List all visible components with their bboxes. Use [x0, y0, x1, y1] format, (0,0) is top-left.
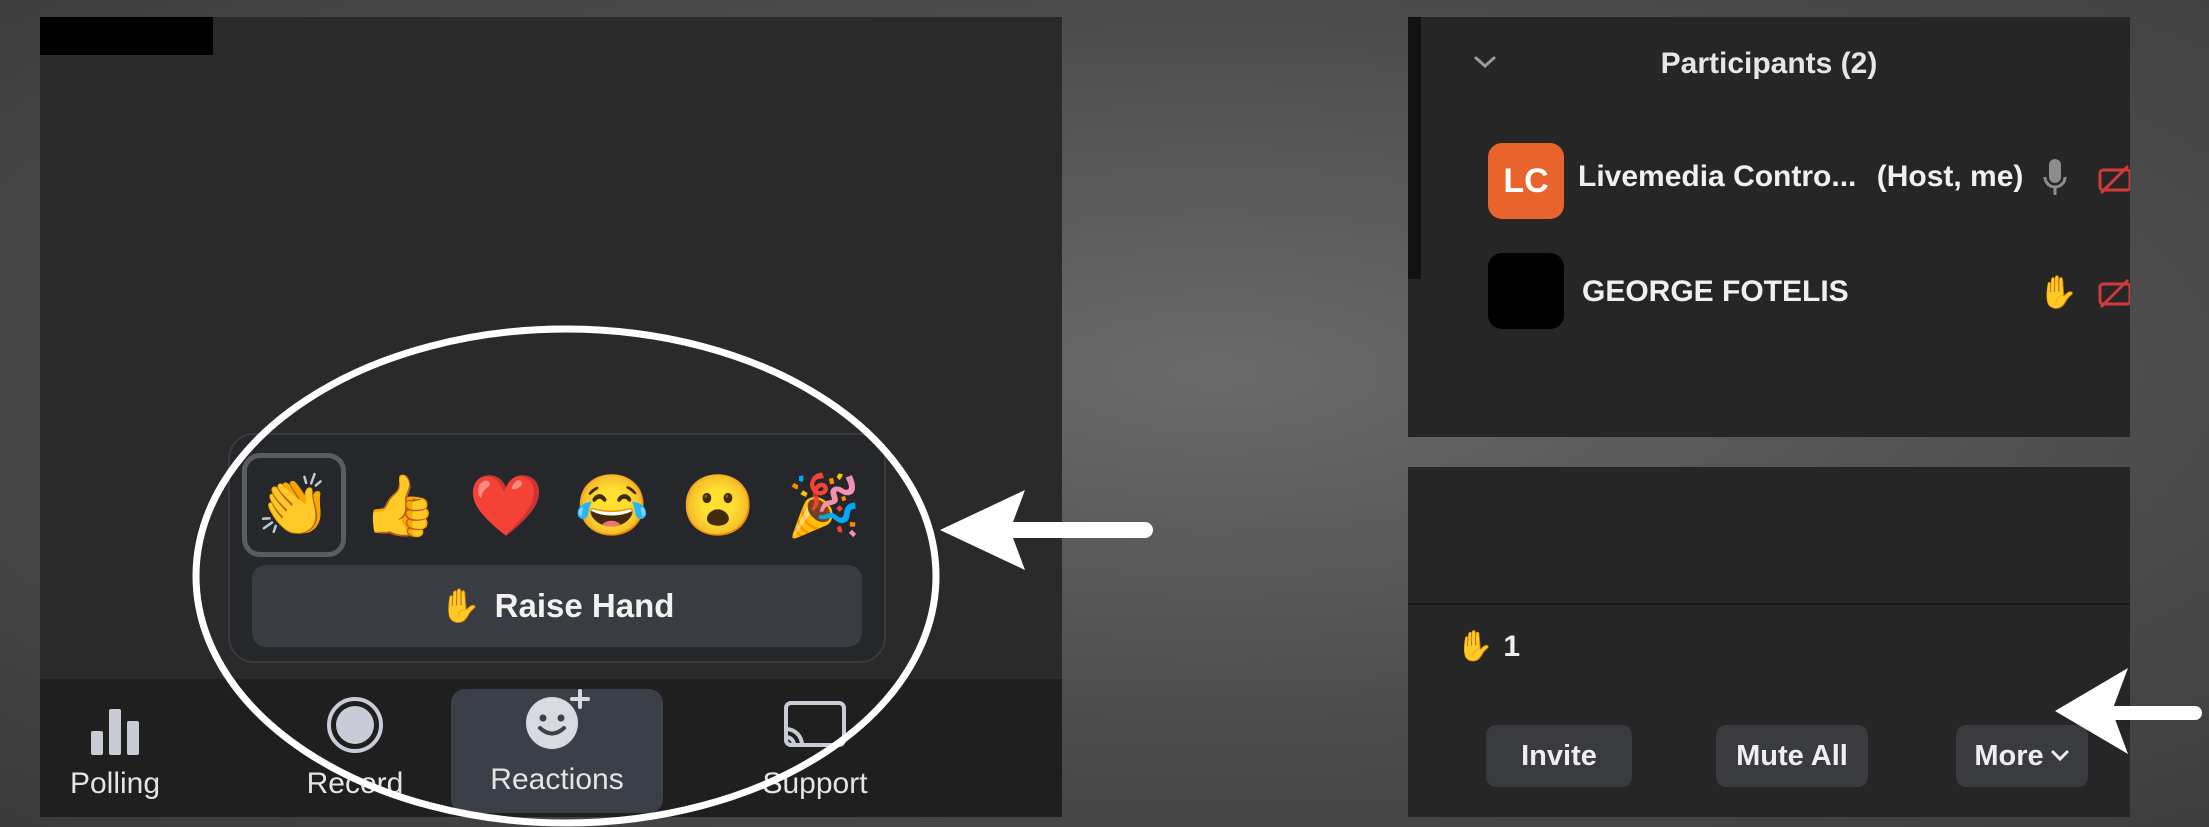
highlight-circle [192, 325, 940, 827]
arrow-left-to-more [2055, 668, 2202, 754]
annotation-overlay [192, 325, 2202, 827]
arrow-left-to-reactions [940, 490, 1153, 570]
